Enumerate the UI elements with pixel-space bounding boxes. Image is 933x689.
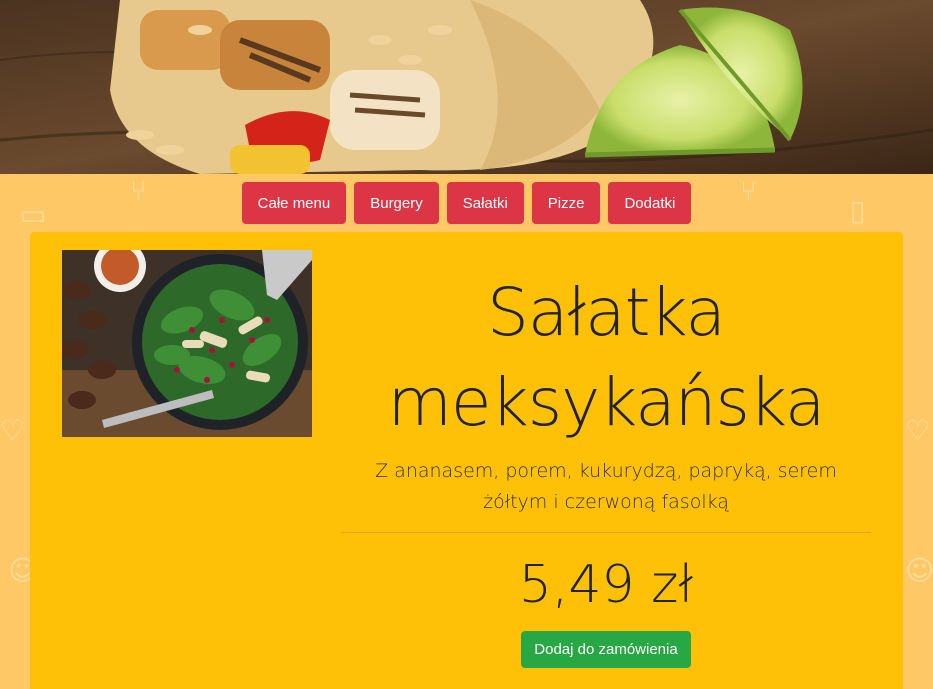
product-info: Sałatka meksykańska Z ananasem, porem, k…	[341, 232, 871, 668]
category-nav: Całe menu Burgery Sałatki Pizze Dodatki	[0, 182, 933, 224]
product-card: Sałatka meksykańska Z ananasem, porem, k…	[30, 232, 903, 689]
nav-button-salads[interactable]: Sałatki	[446, 182, 524, 224]
product-title-line1: Sałatka	[487, 274, 726, 351]
heart-doodle-icon: ♡	[0, 414, 26, 447]
product-description: Z ananasem, porem, kukurydzą, papryką, s…	[375, 460, 837, 513]
product-photo	[62, 250, 312, 437]
page: ▭ ⑂ ♡ ☺ ⑂ ▯ ♡ ☺ Całe menu Burgery Sałatk…	[0, 0, 933, 689]
product-title: Sałatka meksykańska	[341, 268, 871, 448]
add-to-order-button[interactable]: Dodaj do zamówienia	[521, 631, 691, 668]
heart-doodle-icon: ♡	[905, 414, 931, 447]
smile-doodle-icon: ☺	[905, 554, 933, 587]
nav-button-burgers[interactable]: Burgery	[354, 182, 439, 224]
product-price: 5,49 zł	[518, 555, 694, 615]
nav-button-all-menu[interactable]: Całe menu	[241, 182, 347, 224]
nav-button-extras[interactable]: Dodatki	[608, 182, 692, 224]
nav-button-pizzas[interactable]: Pizze	[531, 182, 601, 224]
divider	[341, 532, 871, 533]
hero-banner-image	[0, 0, 933, 174]
product-title-line2: meksykańska	[387, 364, 826, 441]
